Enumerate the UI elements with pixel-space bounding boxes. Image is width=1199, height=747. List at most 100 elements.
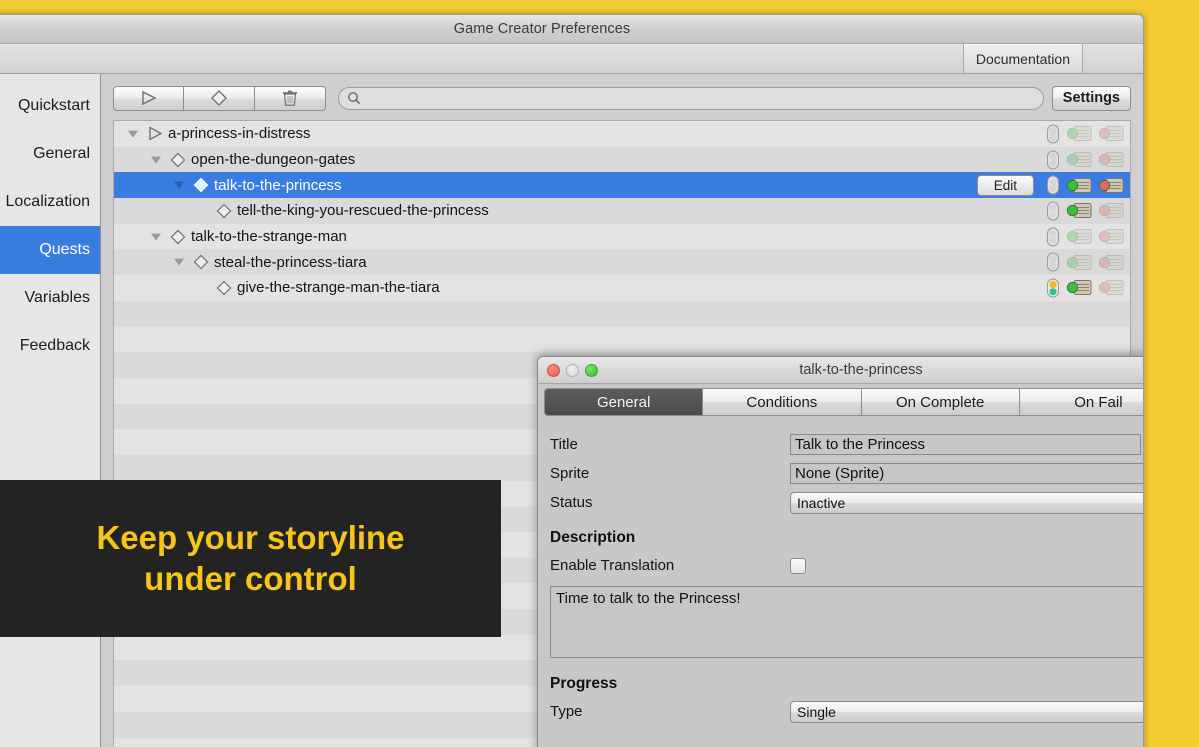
tab-on-complete-label: On Complete <box>895 393 985 411</box>
badge-group <box>1046 201 1124 221</box>
chevron-down-icon[interactable] <box>150 232 162 242</box>
description-textarea[interactable]: Time to talk to the Princess! <box>550 586 1143 658</box>
tab-on-fail-label: On Fail <box>1074 393 1123 411</box>
sidebar-item-feedback[interactable]: Feedback <box>0 322 100 370</box>
traffic-light-icon <box>1046 175 1060 195</box>
table-row[interactable]: talk-to-the-princess Edit <box>114 172 1130 199</box>
disclosure-triangle[interactable] <box>168 257 190 267</box>
complete-badge-icon <box>1066 177 1092 194</box>
traffic-light-icon <box>1046 124 1060 144</box>
sidebar-item-variables[interactable]: Variables <box>0 274 100 322</box>
badge-group <box>1046 278 1124 298</box>
tree-node-icon <box>213 203 235 219</box>
status-field-label: Status <box>550 494 593 511</box>
tree-row-label: open-the-dungeon-gates <box>191 151 356 169</box>
edit-button[interactable]: Edit <box>976 174 1034 196</box>
quest-inspector-window: talk-to-the-princess General Conditions … <box>537 356 1144 747</box>
sprite-field-label: Sprite <box>550 465 590 482</box>
disclosure-triangle[interactable] <box>145 232 167 242</box>
complete-badge-icon <box>1066 279 1092 296</box>
traffic-light-icon <box>1046 252 1060 272</box>
disclosure-triangle[interactable] <box>122 129 144 139</box>
sprite-field-wrap: None (Sprite) <box>790 463 1143 484</box>
promo-overlay: Keep your storyline under control <box>0 480 501 637</box>
table-row[interactable]: talk-to-the-strange-man <box>114 223 1130 250</box>
sidebar-item-localization[interactable]: Localization <box>0 178 100 226</box>
tab-on-fail[interactable]: On Fail <box>1018 389 1143 415</box>
chevron-down-icon[interactable] <box>150 155 162 165</box>
disclosure-triangle[interactable] <box>168 180 190 190</box>
complete-badge-icon <box>1066 125 1092 142</box>
tree-row-label: a-princess-in-distress <box>168 125 311 143</box>
tab-conditions[interactable]: Conditions <box>702 389 861 415</box>
settings-button[interactable]: Settings <box>1051 85 1131 111</box>
table-row[interactable]: tell-the-king-you-rescued-the-princess <box>114 198 1130 224</box>
sidebar-item-quests[interactable]: Quests <box>0 226 100 274</box>
tree-row-label: steal-the-princess-tiara <box>214 253 367 271</box>
tree-row-badges <box>1046 198 1124 224</box>
fail-badge-icon <box>1098 125 1124 142</box>
tree-row-label: tell-the-king-you-rescued-the-princess <box>237 202 489 220</box>
window-titlebar[interactable]: Game Creator Preferences <box>0 15 1143 44</box>
progress-type-label: Type <box>550 703 583 720</box>
tree-row-label: give-the-strange-man-the-tiara <box>237 279 440 297</box>
table-row[interactable]: a-princess-in-distress <box>114 121 1130 147</box>
trash-icon <box>283 90 297 106</box>
play-triangle-icon <box>149 126 163 141</box>
tree-node-icon <box>167 229 189 245</box>
fail-badge-icon <box>1098 151 1124 168</box>
tree-row-badges <box>1046 275 1124 301</box>
table-row[interactable] <box>114 326 1130 353</box>
quest-toolbar: Settings <box>113 84 1131 112</box>
fail-badge-icon <box>1098 177 1124 194</box>
chevron-down-icon[interactable] <box>127 129 139 139</box>
sidebar-item-general[interactable]: General <box>0 130 100 178</box>
tree-row-badges <box>1046 121 1124 147</box>
promo-text: Keep your storyline under control <box>96 518 404 599</box>
tree-row-badges <box>1046 301 1124 327</box>
tree-node-icon <box>190 177 212 193</box>
disclosure-triangle[interactable] <box>145 155 167 165</box>
enable-translation-checkbox[interactable] <box>790 557 806 574</box>
diamond-icon <box>170 152 186 167</box>
play-triangle-icon <box>141 90 157 106</box>
add-task-button[interactable] <box>184 85 255 111</box>
search-field[interactable] <box>338 86 1044 110</box>
sidebar-item-label: Variables <box>24 289 90 306</box>
chevron-down-icon[interactable] <box>173 257 185 267</box>
badge-group <box>1046 175 1124 195</box>
title-input[interactable]: Talk to the Princess <box>790 434 1141 455</box>
page-title: Game Creator Preferences <box>453 21 631 37</box>
inspector-titlebar[interactable]: talk-to-the-princess <box>538 357 1143 384</box>
inspector-tabs: General Conditions On Complete On Fail <box>544 388 1143 416</box>
badge-group <box>1046 227 1124 247</box>
table-row[interactable] <box>114 300 1130 327</box>
add-quest-button[interactable] <box>113 85 184 111</box>
sidebar: Quickstart General Localization Quests V… <box>0 74 101 747</box>
tab-on-complete[interactable]: On Complete <box>860 389 1019 415</box>
tab-general[interactable]: General <box>545 389 703 415</box>
sprite-object-field[interactable]: None (Sprite) <box>790 463 1143 484</box>
enable-translation-label: Enable Translation <box>550 557 675 574</box>
translate-icon[interactable]: さ <box>1143 434 1144 456</box>
tree-row-label: talk-to-the-strange-man <box>191 228 347 246</box>
table-row[interactable]: give-the-strange-man-the-tiara <box>114 275 1130 301</box>
delete-button[interactable] <box>255 85 326 111</box>
badge-group <box>1046 252 1124 272</box>
progress-type-dropdown[interactable]: Single <box>790 700 1143 723</box>
chevron-down-icon[interactable] <box>173 180 185 190</box>
tree-row-badges <box>1046 147 1124 173</box>
diamond-filled-icon <box>193 177 209 193</box>
description-heading: Description <box>550 529 636 546</box>
traffic-light-icon <box>1046 150 1060 170</box>
table-row[interactable]: open-the-dungeon-gates <box>114 146 1130 173</box>
fail-badge-icon <box>1098 254 1124 271</box>
sidebar-item-quickstart[interactable]: Quickstart <box>0 82 100 130</box>
tab-documentation[interactable]: Documentation <box>962 44 1083 73</box>
diamond-icon <box>170 229 186 244</box>
fail-badge-icon <box>1098 228 1124 245</box>
field-row-sprite: Sprite None (Sprite) <box>550 459 1143 488</box>
search-input[interactable] <box>366 90 1035 106</box>
table-row[interactable]: steal-the-princess-tiara <box>114 249 1130 276</box>
status-dropdown[interactable]: Inactive <box>790 491 1143 514</box>
